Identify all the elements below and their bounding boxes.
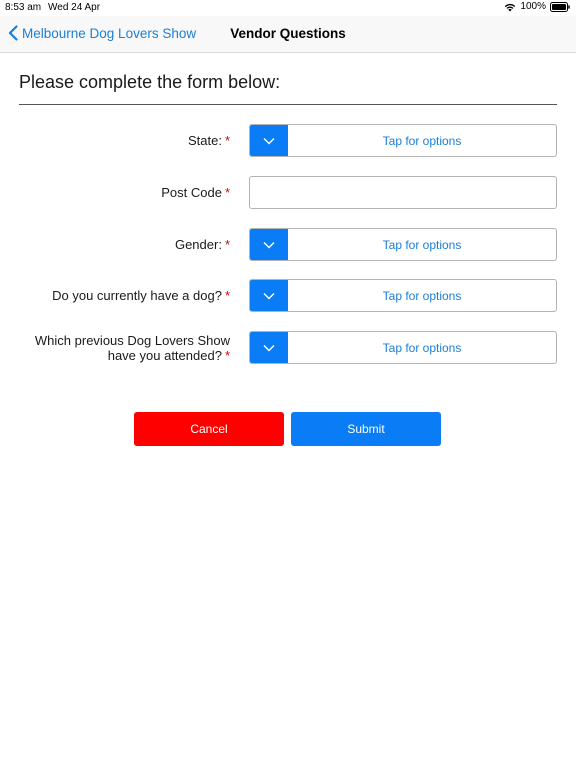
postcode-label: Post Code * bbox=[161, 185, 230, 200]
required-mark: * bbox=[224, 347, 230, 363]
postcode-input[interactable] bbox=[249, 176, 557, 209]
gender-label: Gender: * bbox=[174, 237, 230, 252]
chevron-down-icon bbox=[263, 344, 275, 351]
chevron-down-icon bbox=[263, 137, 275, 144]
battery-icon bbox=[550, 1, 570, 12]
gender-row: Gender: * Tap for options bbox=[0, 228, 576, 261]
have-dog-picker-value[interactable]: Tap for options bbox=[288, 280, 556, 311]
state-picker-toggle[interactable] bbox=[250, 125, 288, 156]
gender-picker-toggle[interactable] bbox=[250, 229, 288, 260]
status-bar: 8:53 am Wed 24 Apr 100% bbox=[0, 0, 576, 16]
page-title: Vendor Questions bbox=[230, 26, 346, 41]
postcode-row: Post Code * bbox=[0, 176, 576, 209]
wifi-icon bbox=[505, 3, 516, 11]
gender-picker[interactable]: Tap for options bbox=[249, 228, 557, 261]
have-dog-picker-toggle[interactable] bbox=[250, 280, 288, 311]
state-picker-value[interactable]: Tap for options bbox=[288, 125, 556, 156]
state-picker[interactable]: Tap for options bbox=[249, 124, 557, 157]
chevron-down-icon bbox=[263, 241, 275, 248]
battery-percent: 100% bbox=[520, 1, 546, 12]
status-time: 8:53 am bbox=[5, 2, 42, 13]
heading-divider bbox=[19, 104, 557, 105]
previous-show-picker-value[interactable]: Tap for options bbox=[288, 332, 556, 363]
have-dog-label: Do you currently have a dog? * bbox=[52, 288, 230, 303]
navigation-bar: Melbourne Dog Lovers Show Vendor Questio… bbox=[0, 16, 576, 53]
required-mark: * bbox=[224, 288, 230, 303]
have-dog-row: Do you currently have a dog? * Tap for op… bbox=[0, 279, 576, 312]
previous-show-picker-toggle[interactable] bbox=[250, 332, 288, 363]
submit-button[interactable]: Submit bbox=[291, 412, 441, 446]
required-mark: * bbox=[224, 185, 230, 200]
form-heading: Please complete the form below: bbox=[19, 72, 281, 92]
state-label: State: * bbox=[187, 133, 230, 148]
have-dog-picker[interactable]: Tap for options bbox=[249, 279, 557, 312]
cancel-button[interactable]: Cancel bbox=[134, 412, 284, 446]
required-mark: * bbox=[224, 237, 230, 252]
status-date: Wed 24 Apr bbox=[48, 2, 101, 13]
gender-picker-value[interactable]: Tap for options bbox=[288, 229, 556, 260]
previous-show-row: Which previous Dog Lovers Show have you a… bbox=[0, 331, 576, 364]
previous-show-picker[interactable]: Tap for options bbox=[249, 331, 557, 364]
state-row: State: * Tap for options bbox=[0, 124, 576, 157]
status-right: 100% bbox=[504, 1, 570, 12]
required-mark: * bbox=[224, 133, 230, 148]
previous-show-label: Which previous Dog Lovers Show have you a… bbox=[34, 332, 230, 363]
chevron-down-icon bbox=[263, 292, 275, 299]
